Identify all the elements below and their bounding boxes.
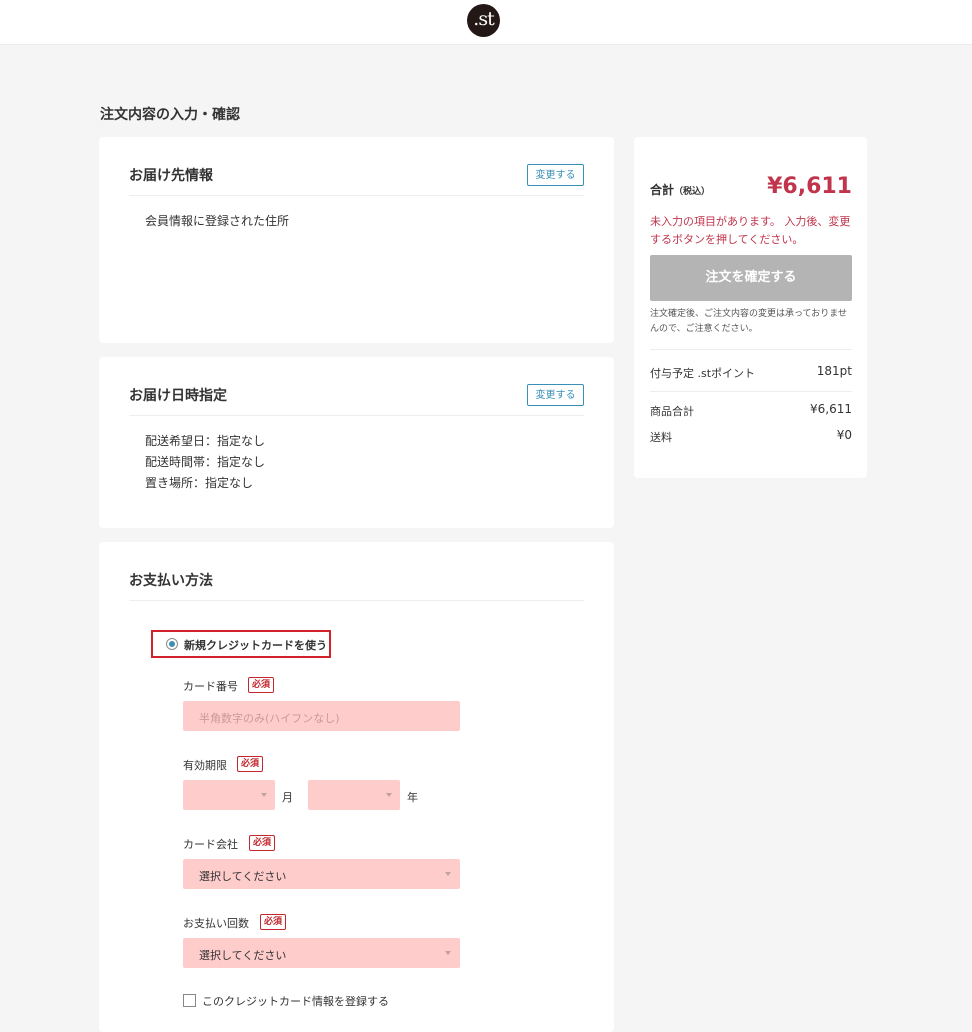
total-label: 合計（税込） (650, 183, 711, 197)
chevron-down-icon (261, 793, 267, 797)
divider (650, 391, 852, 392)
payment-method-title: お支払い方法 (129, 573, 213, 589)
required-badge: 必須 (237, 756, 264, 772)
required-badge: 必須 (248, 677, 275, 693)
card-number-label: カード番号 (183, 680, 238, 693)
delivery-time-title: お届け日時指定 (129, 388, 227, 404)
card-header: お届け日時指定 変更する (129, 357, 584, 416)
delivery-address-card: お届け先情報 変更する 会員情報に登録された住所 (99, 137, 614, 343)
card-number-input[interactable]: 半角数字のみ(ハイフンなし) (183, 701, 460, 731)
chevron-down-icon (445, 872, 451, 876)
card-number-placeholder: 半角数字のみ(ハイフンなし) (199, 712, 340, 725)
subtotal-value: ¥6,611 (810, 402, 852, 416)
installments-label: お支払い回数 (183, 917, 249, 930)
delivery-slot-text: 配送時間帯：指定なし (145, 455, 266, 469)
top-bar: .st (0, 0, 972, 45)
shipping-value: ¥0 (836, 428, 852, 442)
delivery-date-text: 配送希望日：指定なし (145, 434, 266, 448)
new-card-label: 新規クレジットカードを使う (184, 639, 327, 652)
change-address-button[interactable]: 変更する (527, 164, 584, 186)
page-title: 注文内容の入力・確認 (100, 107, 240, 123)
change-delivery-time-button[interactable]: 変更する (527, 384, 584, 406)
confirm-order-button[interactable]: 注文を確定する (650, 255, 852, 301)
store-logo[interactable]: .st (467, 4, 500, 37)
required-badge: 必須 (260, 914, 287, 930)
month-unit: 月 (282, 791, 293, 804)
card-company-select[interactable]: 選択してください (183, 859, 460, 889)
save-card-label[interactable]: このクレジットカード情報を登録する (202, 993, 389, 1009)
confirm-note: 注文確定後、ご注文内容の変更は承っておりませんので、ご注意ください。 (650, 309, 848, 334)
incomplete-warning: 未入力の項目があります。 入力後、変更するボタンを押してください。 (650, 215, 851, 246)
card-header: お支払い方法 (129, 542, 584, 601)
payment-method-card: お支払い方法 新規クレジットカードを使う カード番号 必須 半角数字のみ(ハイフ… (99, 542, 614, 1032)
expiry-year-select[interactable] (308, 780, 400, 810)
installments-select[interactable]: 選択してください (183, 938, 460, 968)
required-badge: 必須 (249, 835, 276, 851)
chevron-down-icon (386, 793, 392, 797)
total-amount: ¥6,611 (767, 174, 852, 199)
card-company-value: 選択してください (199, 870, 287, 883)
new-card-radio[interactable] (166, 638, 178, 650)
new-card-option[interactable]: 新規クレジットカードを使う (151, 630, 331, 658)
card-header: お届け先情報 変更する (129, 137, 584, 196)
year-unit: 年 (407, 791, 418, 804)
installments-value: 選択してください (199, 949, 287, 962)
shipping-label: 送料 (650, 431, 672, 444)
delivery-time-card: お届け日時指定 変更する 配送希望日：指定なし 配送時間帯：指定なし 置き場所：… (99, 357, 614, 528)
drop-place-text: 置き場所：指定なし (145, 476, 254, 490)
chevron-down-icon (445, 951, 451, 955)
delivery-address-title: お届け先情報 (129, 168, 213, 184)
expiry-month-select[interactable] (183, 780, 275, 810)
card-company-label: カード会社 (183, 838, 238, 851)
subtotal-label: 商品合計 (650, 405, 694, 418)
divider (650, 349, 852, 350)
expiry-label: 有効期限 (183, 759, 227, 772)
points-value: 181pt (816, 364, 852, 378)
points-label: 付与予定 .stポイント (650, 367, 756, 380)
delivery-address-text: 会員情報に登録された住所 (145, 214, 290, 228)
tax-note: （税込） (674, 187, 711, 197)
save-card-checkbox[interactable] (183, 994, 196, 1007)
order-summary-card: 合計（税込） ¥6,611 未入力の項目があります。 入力後、変更するボタンを押… (634, 137, 867, 478)
